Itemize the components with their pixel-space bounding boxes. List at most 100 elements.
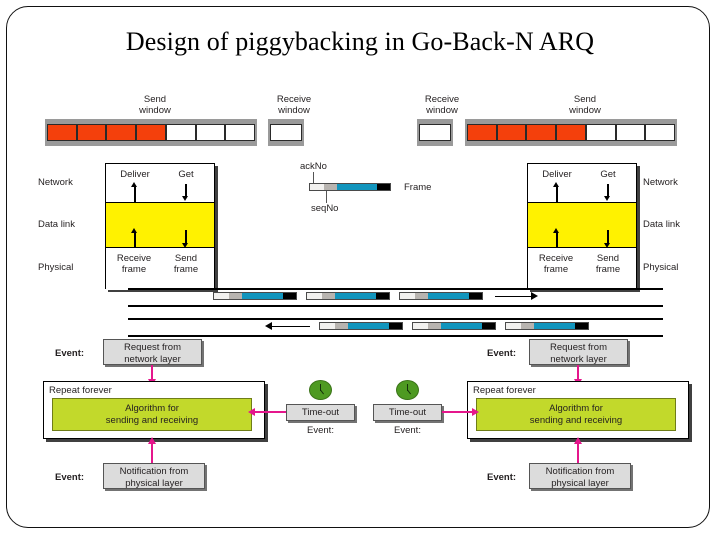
frame-segment-seqno (228, 293, 242, 299)
frame-segment-data (334, 293, 376, 299)
frame-segment-seqno (321, 293, 335, 299)
right-clock-icon (396, 380, 419, 400)
left-request-from-network-layer-box[interactable]: Request from network layer (103, 339, 202, 365)
left-send-window-cells[interactable] (47, 124, 256, 141)
left-stack-datalink-row (106, 202, 214, 248)
right-protocol-stack: Deliver Get Receive frame Send frame (527, 163, 637, 290)
window-cell-sent[interactable] (526, 124, 557, 141)
left-timeout-connector-stem (252, 411, 286, 414)
window-cell-free[interactable] (225, 124, 256, 141)
right-send-window-cells[interactable] (467, 124, 676, 141)
right-send-window-label-line2: window (569, 105, 601, 116)
upper-channel-arrow-stem (495, 295, 533, 297)
right-receive-window-label-line1: Receive (424, 94, 460, 105)
right-request-line2: network layer (550, 353, 607, 365)
frame-segment-tail (375, 293, 390, 299)
window-cell-sent[interactable] (136, 124, 166, 141)
frame-segment-seqno (334, 323, 348, 329)
left-bottom-connector-stem (151, 443, 154, 463)
right-timeout-box[interactable]: Time-out (373, 404, 442, 421)
frame-segment-data (533, 323, 575, 329)
left-send-window-label-line2: window (139, 105, 171, 116)
left-top-event-tag: Event: (55, 348, 85, 359)
right-request-line1: Request from (549, 342, 608, 353)
left-notification-line2: physical layer (125, 477, 183, 489)
left-receive-window-label: Receive window (259, 94, 329, 116)
left-receive-window-cells[interactable] (270, 124, 302, 141)
right-algorithm-line1: Algorithm for (549, 402, 603, 414)
right-send-frame-label: Send frame (583, 253, 633, 275)
upper-channel-frame (306, 292, 390, 300)
upper-channel-frame (399, 292, 483, 300)
left-send-window-label-line1: Send (143, 94, 167, 105)
frame-segment-tail (282, 293, 297, 299)
right-send-frame-line2: frame (595, 264, 621, 275)
frame-segment-tail (574, 323, 589, 329)
window-cell-free[interactable] (270, 124, 302, 141)
window-cell-sent[interactable] (47, 124, 77, 141)
right-receive-window-label-line2: window (426, 105, 458, 116)
left-send-arrow-stem (185, 230, 187, 244)
right-receive-window-cells[interactable] (419, 124, 451, 141)
left-protocol-stack: Deliver Get Receive frame Send frame (105, 163, 215, 290)
slide-canvas: Design of piggybacking in Go-Back-N ARQ … (0, 0, 720, 540)
left-algorithm-box[interactable]: Algorithm for sending and receiving (52, 398, 252, 431)
right-receive-frame-label: Receive frame (530, 253, 582, 275)
left-notification-from-physical-layer-box[interactable]: Notification from physical layer (103, 463, 205, 489)
upper-channel-arrow-head (531, 292, 538, 300)
window-cell-free[interactable] (585, 124, 616, 141)
window-cell-free[interactable] (419, 124, 451, 141)
left-receive-window-label-line1: Receive (276, 94, 312, 105)
right-stack-label-datalink: Data link (643, 219, 680, 230)
right-deliver-arrow-stem (556, 187, 558, 202)
left-notification-line1: Notification from (119, 466, 189, 477)
window-cell-sent[interactable] (496, 124, 527, 141)
right-bottom-connector-head (573, 437, 582, 444)
left-timeout-connector-head (248, 407, 255, 416)
right-send-arrow-stem (607, 230, 609, 244)
right-deliver-label: Deliver (542, 169, 572, 180)
right-timeout-connector-head (472, 407, 479, 416)
window-cell-free[interactable] (195, 124, 226, 141)
right-timeout-connector-stem (442, 411, 476, 414)
left-clock-hour-hand (320, 389, 325, 395)
window-cell-free[interactable] (645, 124, 676, 141)
right-request-from-network-layer-box[interactable]: Request from network layer (529, 339, 628, 365)
page-title: Design of piggybacking in Go-Back-N ARQ (125, 27, 595, 56)
lower-channel-frame (319, 322, 403, 330)
left-bottom-connector-head (147, 437, 156, 444)
frame-label: Frame (404, 182, 432, 193)
lower-channel-frame (505, 322, 589, 330)
right-stack-datalink-row (528, 202, 636, 248)
left-timeout-event-tag: Event: (307, 425, 334, 436)
right-repeat-forever-label: Repeat forever (473, 385, 536, 396)
window-cell-sent[interactable] (106, 124, 137, 141)
right-bottom-event-tag: Event: (487, 472, 517, 483)
right-timeout-event-tag: Event: (394, 425, 421, 436)
window-cell-sent[interactable] (76, 124, 107, 141)
frame-segment-data (440, 323, 482, 329)
left-deliver-label: Deliver (120, 169, 150, 180)
right-notification-line2: physical layer (551, 477, 609, 489)
left-stack-label-physical: Physical (38, 262, 74, 273)
frame-segment-tail (377, 184, 390, 190)
left-deliver-arrow-head (131, 182, 138, 187)
window-cell-sent[interactable] (556, 124, 586, 141)
frame-segment-seqno (324, 184, 338, 190)
right-algorithm-box[interactable]: Algorithm for sending and receiving (476, 398, 676, 431)
left-receive-frame-label: Receive frame (108, 253, 160, 275)
frame-segment-ackno (320, 323, 335, 329)
upper-channel-top-line (128, 288, 663, 290)
window-cell-free[interactable] (615, 124, 646, 141)
right-notification-from-physical-layer-box[interactable]: Notification from physical layer (529, 463, 631, 489)
right-receive-arrow-head (553, 228, 560, 233)
window-cell-sent[interactable] (467, 124, 497, 141)
frame-segment-ackno (506, 323, 521, 329)
frame-segment-data (337, 184, 378, 190)
left-timeout-box[interactable]: Time-out (286, 404, 355, 421)
lower-channel-arrow-head (265, 322, 272, 330)
frame-segment-tail (388, 323, 403, 329)
frame-segment-seqno (414, 293, 428, 299)
right-receive-arrow-stem (556, 233, 558, 248)
window-cell-free[interactable] (165, 124, 196, 141)
